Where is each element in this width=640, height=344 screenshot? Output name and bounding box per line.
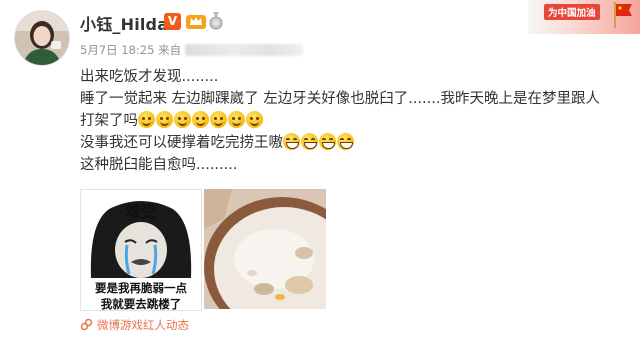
post-line-with-emoji: 没事我还可以硬撑着吃完捞王嗷 bbox=[80, 132, 632, 154]
emoji-sad-icon bbox=[192, 111, 209, 128]
post-date[interactable]: 5月7日 bbox=[80, 43, 118, 57]
topic-link[interactable]: 微博游戏红人动态 bbox=[80, 317, 189, 333]
topic-link-label[interactable]: 微博游戏红人动态 bbox=[97, 318, 189, 332]
meme-top-text: 难受 bbox=[124, 202, 157, 221]
emoji-grin-icon bbox=[337, 133, 354, 150]
emoji-sad-icon bbox=[210, 111, 227, 128]
emoji-sad-icon bbox=[246, 111, 263, 128]
meme-caption-line1: 要是我再脆弱一点 bbox=[95, 281, 187, 295]
post-line: 出来吃饭才发现........ bbox=[80, 69, 219, 85]
post-line-text: 打架了吗 bbox=[80, 113, 138, 129]
meme-image[interactable]: 难受 要是我再脆弱一点 我就要去跳楼了 bbox=[80, 189, 202, 311]
post-line: 睡了一觉起来 左边脚踝崴了 左边牙关好像也脱臼了.......我昨天晚上是在梦里… bbox=[80, 91, 600, 107]
source-blurred bbox=[185, 44, 304, 56]
link-icon bbox=[80, 318, 93, 331]
emoji-grin-icon bbox=[319, 133, 336, 150]
post-meta: 5月7日 18:25 来自 bbox=[80, 42, 304, 58]
emoji-sad-icon bbox=[138, 111, 155, 128]
emoji-sad-icon bbox=[156, 111, 173, 128]
food-photo[interactable] bbox=[204, 189, 326, 309]
promo-banner-text[interactable]: 为中国加油 bbox=[544, 4, 600, 20]
post-time[interactable]: 18:25 bbox=[121, 43, 154, 57]
avatar[interactable] bbox=[14, 10, 70, 66]
vip-crown-icon[interactable] bbox=[185, 11, 207, 31]
medal-icon[interactable] bbox=[209, 12, 223, 30]
username[interactable]: 小钰_Hilda bbox=[80, 11, 168, 35]
emoji-grin-icon bbox=[301, 133, 318, 150]
post-line-with-emoji: 打架了吗 bbox=[80, 110, 632, 132]
post-body: 出来吃饭才发现........ 睡了一觉起来 左边脚踝崴了 左边牙关好像也脱臼了… bbox=[80, 66, 632, 176]
post-line: 这种脱臼能自愈吗......... bbox=[80, 157, 238, 173]
flag-icon bbox=[614, 2, 632, 28]
emoji-sad-icon bbox=[174, 111, 191, 128]
emoji-sad-icon bbox=[228, 111, 245, 128]
porridge-pot-illustration bbox=[204, 189, 326, 309]
emoji-grin-icon bbox=[283, 133, 300, 150]
source-prefix: 来自 bbox=[158, 43, 182, 57]
post-line-text: 没事我还可以硬撑着吃完捞王嗷 bbox=[80, 135, 283, 151]
verified-badge-icon[interactable]: V bbox=[164, 13, 181, 30]
meme-caption-line2: 我就要去跳楼了 bbox=[100, 297, 182, 311]
